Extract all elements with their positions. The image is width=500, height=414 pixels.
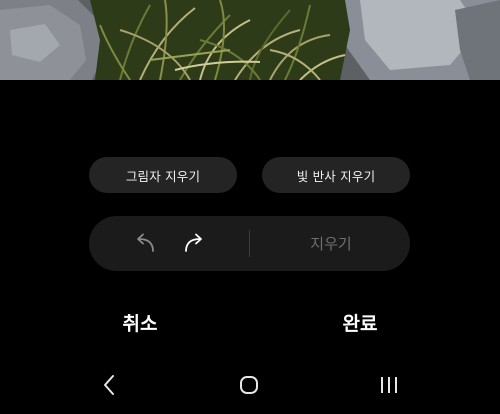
redo-arrow-icon xyxy=(185,233,202,252)
erase-button[interactable]: 지우기 xyxy=(289,216,373,271)
cancel-button[interactable]: 취소 xyxy=(100,306,180,338)
undo-arrow-icon xyxy=(137,233,154,252)
photo-image xyxy=(0,0,500,80)
remove-shadow-label: 그림자 지우기 xyxy=(125,168,201,184)
edit-toolbar: 지우기 xyxy=(89,216,410,271)
nav-home-button[interactable] xyxy=(232,370,266,400)
done-button[interactable]: 완료 xyxy=(320,306,400,338)
home-rounded-square-icon xyxy=(240,376,258,394)
chevron-left-icon xyxy=(104,375,114,395)
erase-label: 지우기 xyxy=(310,235,352,253)
nav-back-button[interactable] xyxy=(92,370,126,400)
undo-button[interactable] xyxy=(129,228,159,258)
remove-reflection-label: 빛 반사 지우기 xyxy=(296,168,376,184)
redo-button[interactable] xyxy=(180,228,210,258)
toolbar-divider xyxy=(249,230,250,257)
remove-reflection-button[interactable]: 빛 반사 지우기 xyxy=(262,157,410,193)
system-navigation-bar xyxy=(0,360,500,414)
photo-preview xyxy=(0,0,500,80)
recents-bars-icon xyxy=(381,377,397,393)
cancel-label: 취소 xyxy=(122,312,158,335)
remove-shadow-button[interactable]: 그림자 지우기 xyxy=(89,157,237,193)
done-label: 완료 xyxy=(342,312,378,335)
nav-recents-button[interactable] xyxy=(372,370,406,400)
